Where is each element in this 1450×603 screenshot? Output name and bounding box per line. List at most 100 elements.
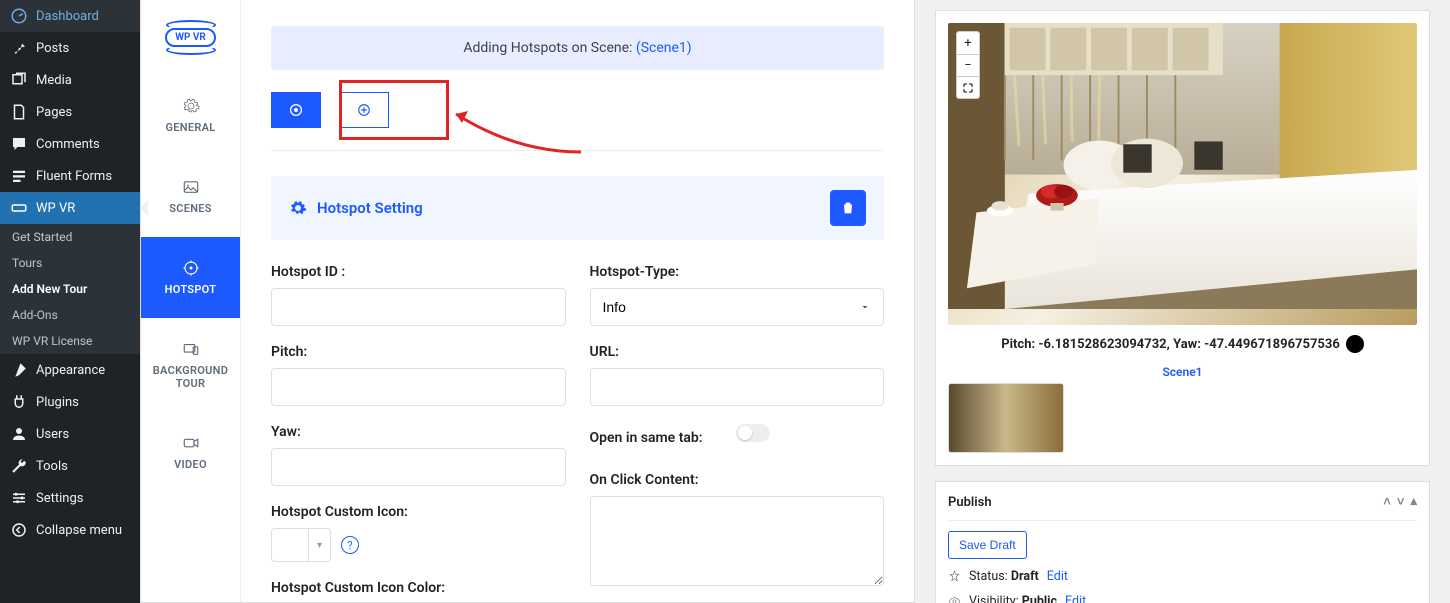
download-icon: [1350, 339, 1360, 349]
sidebar-submenu: Get Started Tours Add New Tour Add-Ons W…: [0, 224, 140, 354]
sidebar-item-pages[interactable]: Pages: [0, 96, 140, 128]
field-pitch: Pitch:: [271, 344, 566, 406]
tab-label: VIDEO: [174, 458, 207, 471]
dot-target-icon: [288, 102, 304, 118]
panorama-scene-svg: [948, 23, 1417, 309]
yaw-input[interactable]: [271, 448, 566, 486]
label: Hotspot Custom Icon:: [271, 504, 566, 520]
tab-video[interactable]: VIDEO: [141, 412, 240, 493]
hotspot-type-select[interactable]: Info: [590, 288, 885, 326]
field-hotspot-type: Hotspot-Type: Info: [590, 264, 885, 326]
tab-hotspot[interactable]: HOTSPOT: [141, 237, 240, 318]
visibility-row: Visibility: Public Edit: [948, 594, 1417, 603]
add-hotspot-button[interactable]: [339, 92, 389, 128]
sidebar-item-appearance[interactable]: Appearance: [0, 354, 140, 386]
target-icon: [182, 259, 200, 277]
tab-label: HOTSPOT: [165, 283, 217, 296]
eye-icon: [948, 595, 961, 603]
publish-title: Publish: [948, 495, 992, 510]
sidebar-item-fluent-forms[interactable]: Fluent Forms: [0, 160, 140, 192]
sub-item-license[interactable]: WP VR License: [0, 328, 140, 354]
coords-readout: Pitch: -6.181528623094732, Yaw: -47.4496…: [948, 335, 1417, 353]
sidebar-item-posts[interactable]: Posts: [0, 32, 140, 64]
sidebar-item-users[interactable]: Users: [0, 418, 140, 450]
tab-scenes[interactable]: SCENES: [141, 156, 240, 237]
publish-panel: Publish ˄ ˅ ▴ Save Draft Status: Draft E…: [935, 481, 1430, 603]
label: Pitch:: [271, 344, 566, 360]
image-icon: [182, 178, 200, 196]
sub-item-addons[interactable]: Add-Ons: [0, 302, 140, 328]
pin-icon: [948, 570, 961, 583]
sidebar-label: Comments: [36, 137, 100, 152]
sidebar-item-plugins[interactable]: Plugins: [0, 386, 140, 418]
fullscreen-button[interactable]: [957, 76, 979, 98]
preview-panel: + − Pitch: -6.181528623094732, Yaw: -47.…: [935, 10, 1430, 466]
collapse-icon: [10, 521, 28, 539]
on-click-textarea[interactable]: [590, 496, 885, 586]
sidebar-label: Tools: [36, 459, 68, 474]
edit-status-link[interactable]: Edit: [1047, 569, 1068, 584]
panorama-preview[interactable]: + −: [948, 23, 1417, 325]
panel-move-up-button[interactable]: ˄: [1383, 494, 1391, 510]
delete-hotspot-button[interactable]: [830, 190, 866, 226]
help-icon[interactable]: ?: [341, 536, 359, 554]
scene-thumbnails: Scene1: [948, 365, 1417, 453]
setting-header-title: Hotspot Setting: [317, 199, 423, 217]
media-icon: [10, 71, 28, 89]
sidebar-label: Posts: [36, 41, 69, 56]
field-url: URL:: [590, 344, 885, 406]
sidebar-item-tools[interactable]: Tools: [0, 450, 140, 482]
zoom-out-button[interactable]: −: [957, 54, 979, 76]
wpvr-inner-tabs: WP VR GENERAL SCENES HOTSPOT BACKGROUND …: [141, 0, 241, 602]
sidebar-item-comments[interactable]: Comments: [0, 128, 140, 160]
sidebar-label: Pages: [36, 105, 72, 120]
zoom-in-button[interactable]: +: [957, 32, 979, 54]
sidebar-item-media[interactable]: Media: [0, 64, 140, 96]
panel-move-down-button[interactable]: ˅: [1397, 494, 1405, 510]
sidebar-item-wpvr[interactable]: WP VR: [0, 192, 140, 224]
field-icon-color: Hotspot Custom Icon Color:: [271, 580, 566, 602]
field-on-click: On Click Content:: [590, 472, 885, 590]
sidebar-label: Collapse menu: [36, 523, 122, 538]
hotspot-tab-current[interactable]: [271, 92, 321, 128]
sidebar-label: Settings: [36, 491, 83, 506]
pin-icon: [10, 39, 28, 57]
sub-item-tours[interactable]: Tours: [0, 250, 140, 276]
tab-label: GENERAL: [165, 121, 215, 134]
tab-background-tour[interactable]: BACKGROUND TOUR: [141, 318, 240, 412]
user-icon: [10, 425, 28, 443]
custom-icon-picker[interactable]: ▾: [271, 528, 331, 562]
label: Open in same tab:: [590, 430, 703, 446]
wpvr-logo: WP VR: [141, 0, 240, 75]
fullscreen-icon: [962, 82, 974, 94]
scene-thumbnail[interactable]: [948, 383, 1064, 453]
gear-icon: [289, 199, 307, 217]
annotation-arrow: [446, 102, 586, 157]
panel-toggle-button[interactable]: ▴: [1410, 494, 1417, 510]
scene-notice: Adding Hotspots on Scene: (Scene1): [271, 26, 884, 70]
gear-icon: [182, 97, 200, 115]
chevron-down-icon: ▾: [308, 529, 330, 561]
wrench-icon: [10, 457, 28, 475]
pitch-input[interactable]: [271, 368, 566, 406]
sidebar-label: Fluent Forms: [36, 169, 112, 184]
sidebar-item-dashboard[interactable]: Dashboard: [0, 0, 140, 32]
hotspot-id-input[interactable]: [271, 288, 566, 326]
edit-visibility-link[interactable]: Edit: [1065, 594, 1086, 603]
dashboard-icon: [10, 7, 28, 25]
video-icon: [182, 434, 200, 452]
scene-thumb-label[interactable]: Scene1: [948, 365, 1417, 379]
notice-scene-link[interactable]: (Scene1): [636, 40, 692, 56]
save-draft-button[interactable]: Save Draft: [948, 531, 1027, 559]
sub-item-get-started[interactable]: Get Started: [0, 224, 140, 250]
apply-coords-button[interactable]: [1346, 335, 1364, 353]
sidebar-item-collapse[interactable]: Collapse menu: [0, 514, 140, 546]
open-same-tab-toggle[interactable]: [736, 424, 770, 442]
sidebar-label: WP VR: [36, 201, 75, 216]
sidebar-item-settings[interactable]: Settings: [0, 482, 140, 514]
tab-general[interactable]: GENERAL: [141, 75, 240, 156]
notice-text: Adding Hotspots on Scene:: [463, 40, 636, 56]
url-input[interactable]: [590, 368, 885, 406]
label: URL:: [590, 344, 885, 360]
sub-item-add-new-tour[interactable]: Add New Tour: [0, 276, 140, 302]
